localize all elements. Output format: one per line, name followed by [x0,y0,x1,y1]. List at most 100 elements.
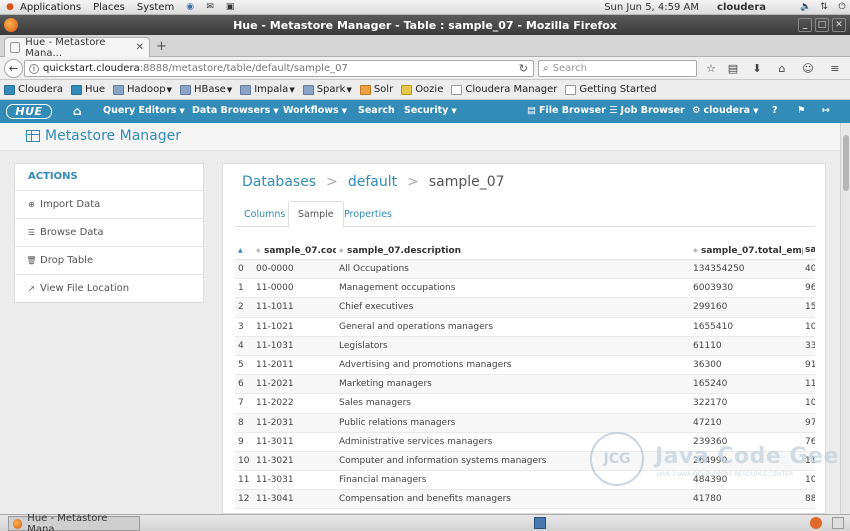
data-browsers-menu[interactable]: Data Browsers ▼ [192,105,279,116]
hamburger-menu-icon[interactable]: ≡ [828,61,842,75]
scrollbar-thumb[interactable] [843,135,849,191]
row-index-cell: 2 [238,302,244,313]
new-tab-icon[interactable]: + [156,39,167,54]
hue-navbar: HUE ⌂ Query Editors ▼ Data Browsers ▼ Work… [0,100,850,123]
folder-icon [179,84,191,95]
table-row: 3 11-1021 General and operations managers 1… [235,318,815,337]
applications-icon[interactable]: ● [4,1,16,13]
search-bar[interactable]: ⌕ Search [538,60,697,77]
app-header: Metastore Manager [0,123,850,151]
browse-data-action[interactable]: ☰ Browse Data [15,218,203,246]
session-user[interactable]: cloudera [717,2,766,13]
job-browser-link[interactable]: ☰ Job Browser [609,105,685,116]
search-nav-link[interactable]: Search [358,105,395,116]
watermark-badge: JCG [590,432,644,486]
help-icon[interactable]: ? [772,105,778,116]
url-bar[interactable]: i quickstart.cloudera :8888/metastore/ta… [24,60,534,77]
bookmark-hue[interactable]: Hue [70,84,105,95]
bookmark-folder-hbase[interactable]: HBase ▼ [179,84,233,95]
maximize-button[interactable]: □ [815,18,829,32]
bookmark-folder-impala[interactable]: Impala ▼ [240,84,295,95]
column-header[interactable]: ◆sample_07.code [256,241,336,260]
workspace-switcher-icon[interactable] [534,517,546,529]
description-cell: Chief executives [339,302,414,313]
sort-icon: ◆ [339,247,344,254]
table-header-row: ▲ ◆sample_07.code ◆sample_07.description… [235,241,815,260]
breadcrumb: Databases > default > sample_07 [242,174,505,190]
bookmark-folder-hadoop[interactable]: Hadoop ▼ [112,84,172,95]
tab-properties[interactable]: Properties [335,201,401,227]
site-info-icon[interactable]: i [29,63,39,74]
column-header[interactable]: sa [805,241,815,260]
column-header[interactable]: ◆ sample_07.description [339,241,689,260]
security-menu[interactable]: Security ▼ [404,105,457,116]
browser-launcher-icon[interactable]: ◉ [184,1,196,13]
trash-icon[interactable] [810,517,822,529]
page-scrollbar[interactable] [840,123,850,514]
row-index-cell: 4 [238,340,244,351]
places-menu[interactable]: Places [93,2,131,13]
salary-cell: 3388 [805,340,815,351]
table-row: 5 11-2011 Advertising and promotions manag… [235,356,815,376]
row-index-header[interactable]: ▲ [238,241,254,260]
browser-tab[interactable]: Hue - Metastore Mana... ✕ [4,37,150,59]
chat-icon[interactable]: ☺ [801,61,815,75]
import-data-action[interactable]: ⊕ Import Data [15,190,203,218]
tab-columns[interactable]: Columns [235,201,294,227]
detail-tabs: Columns Sample Properties [235,201,815,228]
reload-icon[interactable]: ↻ [519,62,528,75]
chevron-down-icon: ▼ [226,85,233,94]
user-menu[interactable]: ⚙ cloudera ▼ [692,105,758,116]
chevron-down-icon: ▼ [166,85,172,94]
total-emp-cell: 299160 [693,302,728,313]
bookmark-folder-spark[interactable]: Spark ▼ [302,84,352,95]
breadcrumb-database[interactable]: default [348,174,397,190]
view-file-location-action[interactable]: ↗ View File Location [15,274,203,302]
network-icon[interactable]: ⇅ [818,1,830,13]
breadcrumb-databases[interactable]: Databases [242,174,316,190]
flag-icon[interactable]: ⚑ [797,105,806,116]
home-icon[interactable]: ⌂ [73,104,82,118]
description-cell: Marketing managers [339,379,432,390]
minimize-button[interactable]: _ [798,18,812,32]
applications-menu[interactable]: Applications [20,2,87,13]
firefox-icon [13,518,23,529]
window-title: Hue - Metastore Manager - Table : sample… [233,18,617,32]
show-desktop-icon[interactable] [832,517,844,529]
bookmark-cloudera-manager[interactable]: Cloudera Manager [451,84,557,95]
total-emp-cell: 1655410 [693,321,734,332]
bookmark-cloudera[interactable]: Cloudera [4,84,63,95]
downloads-icon[interactable]: ⬇ [750,61,764,75]
mail-launcher-icon[interactable]: ✉ [204,1,216,13]
code-cell: 11-3031 [256,475,294,486]
sign-out-icon[interactable]: ↦ [822,105,830,116]
row-index-cell: 12 [238,494,250,505]
close-tab-icon[interactable]: ✕ [136,42,144,53]
query-editors-menu[interactable]: Query Editors ▼ [103,105,185,116]
reading-list-icon[interactable]: ▤ [726,61,740,75]
column-header[interactable]: ◆ sample_07.total_emp [693,241,803,260]
row-index-cell: 3 [238,321,244,332]
workflows-menu[interactable]: Workflows ▼ [283,105,347,116]
window-titlebar[interactable]: Hue - Metastore Manager - Table : sample… [0,15,850,35]
bookmark-getting-started[interactable]: Getting Started [565,84,657,95]
row-index-cell: 7 [238,398,244,409]
back-button[interactable]: ← [4,59,23,78]
bookmark-oozie[interactable]: Oozie [401,84,443,95]
solr-icon [359,84,371,95]
terminal-launcher-icon[interactable]: ▣ [224,1,236,13]
taskbar-window-button[interactable]: Hue - Metastore Mana... [8,513,140,531]
home-icon[interactable]: ⌂ [775,61,789,75]
close-window-button[interactable]: ✕ [832,18,846,32]
row-index-cell: 1 [238,283,244,294]
clock[interactable]: Sun Jun 5, 4:59 AM [604,2,699,13]
bookmark-solr[interactable]: Solr [359,84,393,95]
file-browser-link[interactable]: ▤ File Browser [527,105,606,116]
drop-table-action[interactable]: 🗑 Drop Table [15,246,203,274]
power-icon[interactable]: ⏻ [836,1,848,13]
system-menu[interactable]: System [137,2,180,13]
code-cell: 11-1021 [256,321,294,332]
hue-logo[interactable]: HUE [6,104,52,119]
volume-icon[interactable]: 🔈 [800,1,812,13]
bookmark-star-icon[interactable]: ☆ [704,61,718,75]
